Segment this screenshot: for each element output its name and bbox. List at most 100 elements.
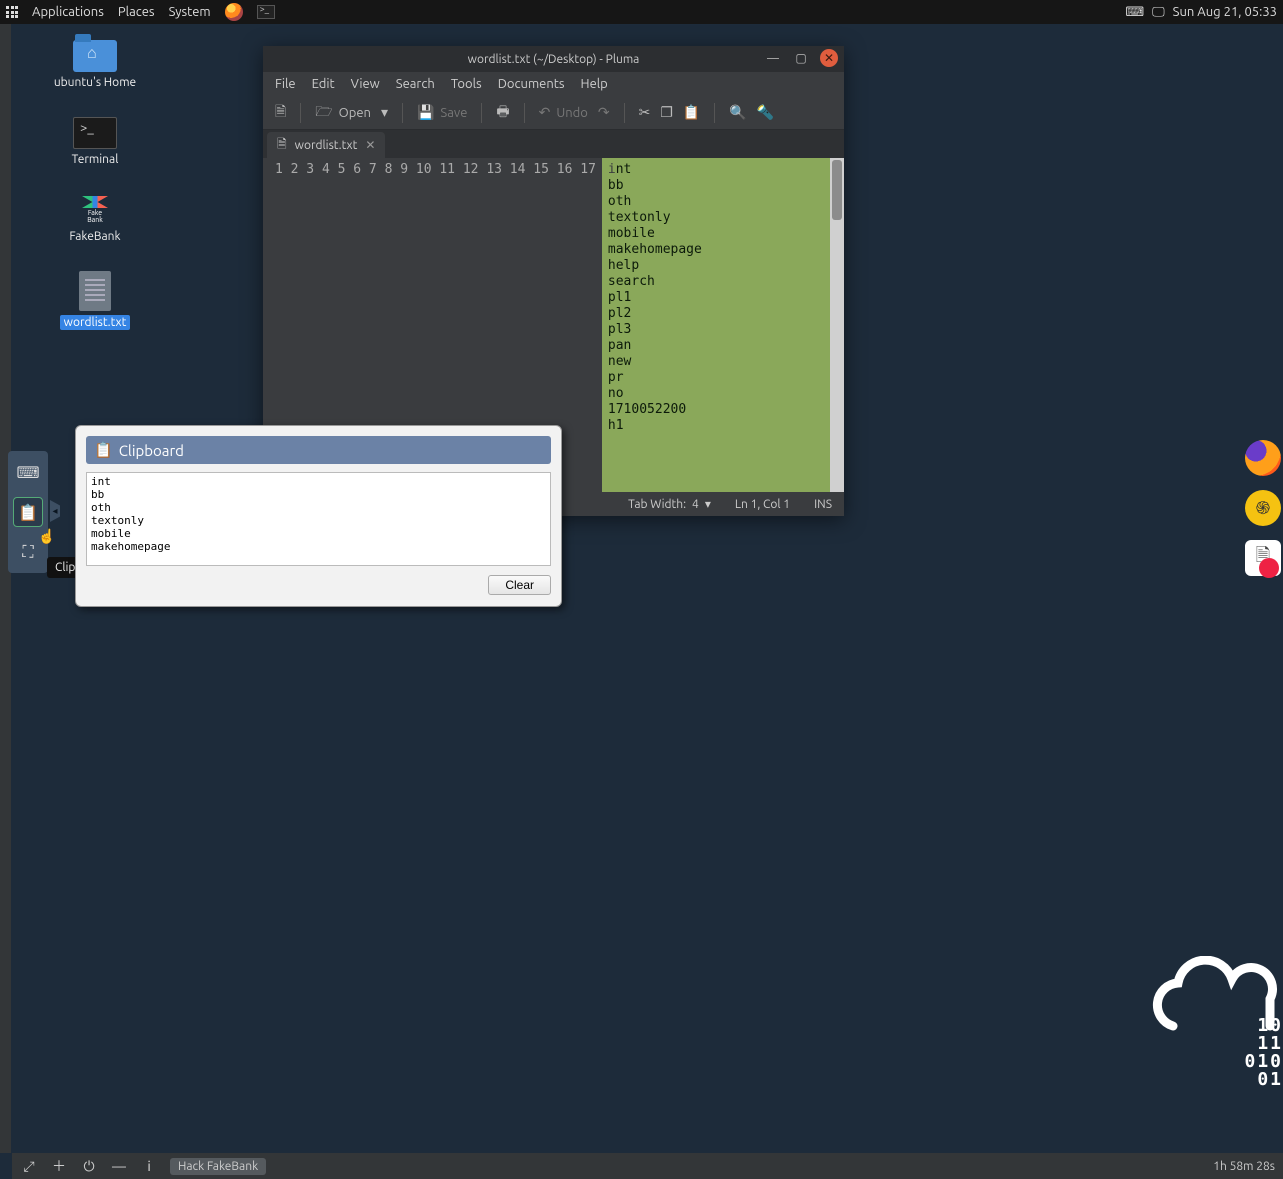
new-file-button[interactable]: 🗎 <box>275 101 286 125</box>
undo-icon: ↶ <box>539 104 551 121</box>
print-icon: 🖶 <box>496 101 509 125</box>
session-timer: 1h 58m 28s <box>1213 1160 1275 1173</box>
clipboard-header: 📋 Clipboard <box>86 436 551 464</box>
code-content[interactable]: int bb oth textonly mobile makehomepage … <box>602 158 830 492</box>
clipboard-title: Clipboard <box>119 442 184 459</box>
display-icon[interactable]: 🖵 <box>1152 5 1165 20</box>
close-button[interactable]: ✕ <box>820 49 838 67</box>
toolbar: 🗎 🗁 Open ▾ 💾 Save 🖶 ↶ Undo ↷ ✂ ❐ 📋 🔍 🔦 <box>263 96 844 130</box>
tab-width-value: 4 <box>692 498 699 511</box>
cut-button[interactable]: ✂ <box>639 104 651 121</box>
redo-icon: ↷ <box>598 104 610 121</box>
menu-applications[interactable]: Applications <box>32 5 104 19</box>
desktop-icon-terminal[interactable]: Terminal <box>35 117 155 166</box>
firefox-icon[interactable] <box>225 3 243 21</box>
icon-label: FakeBank <box>69 230 120 243</box>
tab-wordlist[interactable]: 🗎 wordlist.txt ✕ <box>267 132 385 158</box>
open-button[interactable]: 🗁 Open <box>315 101 371 125</box>
bottom-bar: ⤢ ＋ ⏻ — ℹ Hack FakeBank 1h 58m 28s <box>12 1153 1283 1179</box>
terminal-icon[interactable] <box>257 5 275 19</box>
save-button[interactable]: 💾 Save <box>417 104 467 121</box>
tab-close-icon[interactable]: ✕ <box>365 138 375 152</box>
dock-firefox[interactable] <box>1245 440 1281 476</box>
save-label: Save <box>440 106 467 120</box>
titlebar[interactable]: wordlist.txt (~/Desktop) - Pluma — ▢ ✕ <box>263 46 844 72</box>
open-recent-dropdown[interactable]: ▾ <box>381 104 388 121</box>
icon-label: Terminal <box>72 153 119 166</box>
redo-button[interactable]: ↷ <box>598 104 610 121</box>
tab-row: 🗎 wordlist.txt ✕ <box>263 130 844 158</box>
desktop-icons: ubuntu's Home Terminal FakeBank FakeBank… <box>35 40 155 358</box>
icon-label: wordlist.txt <box>60 315 131 330</box>
menu-view[interactable]: View <box>351 77 380 91</box>
tab-width-label: Tab Width: <box>628 498 686 511</box>
clipboard-window: 📋 Clipboard Clear <box>75 425 562 607</box>
tab-label: wordlist.txt <box>295 139 358 152</box>
clear-button[interactable]: Clear <box>488 575 551 595</box>
clock[interactable]: Sun Aug 21, 05:33 <box>1173 5 1277 19</box>
clipboard-textarea[interactable] <box>86 472 551 566</box>
print-button[interactable]: 🖶 <box>496 101 509 125</box>
insert-mode[interactable]: INS <box>814 498 832 511</box>
menu-places[interactable]: Places <box>118 5 155 19</box>
menu-file[interactable]: File <box>275 77 296 91</box>
paste-button[interactable]: 📋 <box>683 104 700 121</box>
clipboard-icon: 📋 <box>94 441 113 459</box>
open-icon: 🗁 <box>315 101 332 125</box>
info-icon[interactable]: ℹ <box>140 1157 158 1176</box>
tray-clipboard-button[interactable]: 📋 <box>13 497 43 527</box>
window-title: wordlist.txt (~/Desktop) - Pluma <box>468 53 640 66</box>
left-rail <box>0 24 11 1153</box>
new-file-icon: 🗎 <box>275 101 286 125</box>
apps-grid-icon[interactable] <box>6 6 18 18</box>
dock-swirl-app[interactable]: ֍ <box>1245 490 1281 526</box>
cut-icon: ✂ <box>639 104 651 121</box>
find-button[interactable]: 🔍 <box>729 104 746 121</box>
paste-icon: 📋 <box>683 104 700 121</box>
expand-icon[interactable]: ⤢ <box>20 1158 38 1175</box>
copy-icon: ❐ <box>660 104 673 121</box>
terminal-icon <box>73 117 117 149</box>
minimize-icon[interactable]: — <box>110 1158 128 1174</box>
undo-button[interactable]: ↶ Undo <box>539 104 588 121</box>
cursor-position: Ln 1, Col 1 <box>735 498 790 511</box>
menu-edit[interactable]: Edit <box>312 77 335 91</box>
minimize-button[interactable]: — <box>764 49 782 67</box>
open-label: Open <box>339 106 371 120</box>
menu-documents[interactable]: Documents <box>498 77 565 91</box>
menu-help[interactable]: Help <box>581 77 608 91</box>
undo-label: Undo <box>556 106 588 120</box>
desktop-icon-home[interactable]: ubuntu's Home <box>35 40 155 89</box>
add-icon[interactable]: ＋ <box>50 1156 68 1176</box>
scrollbar-thumb[interactable] <box>832 160 842 220</box>
cloud-widget: 101101001 <box>1143 956 1283 1049</box>
desktop-icon-wordlist[interactable]: wordlist.txt <box>35 271 155 330</box>
tray-keyboard-button[interactable]: ⌨ <box>13 457 43 487</box>
top-panel: Applications Places System ⌨ 🖵 Sun Aug 2… <box>0 0 1283 24</box>
side-tray: ⌨ 📋 ⛶ <box>8 451 48 573</box>
fakebank-icon: FakeBank <box>73 194 117 226</box>
desktop-icon-fakebank[interactable]: FakeBank FakeBank <box>35 194 155 243</box>
power-icon[interactable]: ⏻ <box>80 1158 98 1175</box>
vertical-scrollbar[interactable] <box>830 158 844 492</box>
task-button[interactable]: Hack FakeBank <box>170 1158 266 1175</box>
menu-search[interactable]: Search <box>396 77 435 91</box>
tray-collapse-caret[interactable]: ◂ <box>50 500 60 522</box>
right-dock: ֍ 🗎 <box>1243 440 1283 578</box>
keyboard-indicator-icon[interactable]: ⌨ <box>1125 5 1144 20</box>
copy-button[interactable]: ❐ <box>660 104 673 121</box>
tray-screenshot-button[interactable]: ⛶ <box>13 537 43 567</box>
maximize-button[interactable]: ▢ <box>792 49 810 67</box>
document-icon <box>79 271 111 311</box>
menubar: File Edit View Search Tools Documents He… <box>263 72 844 96</box>
tab-width-selector[interactable]: Tab Width: 4 ▾ <box>628 497 711 511</box>
find-replace-icon: 🔦 <box>757 104 774 121</box>
dock-red-badge[interactable] <box>1259 558 1279 578</box>
menu-system[interactable]: System <box>169 5 211 19</box>
chevron-down-icon: ▾ <box>705 497 711 511</box>
find-icon: 🔍 <box>729 104 746 121</box>
cloud-digits: 101101001 <box>1244 1017 1283 1089</box>
save-icon: 💾 <box>417 104 434 121</box>
menu-tools[interactable]: Tools <box>451 77 482 91</box>
find-replace-button[interactable]: 🔦 <box>757 104 774 121</box>
